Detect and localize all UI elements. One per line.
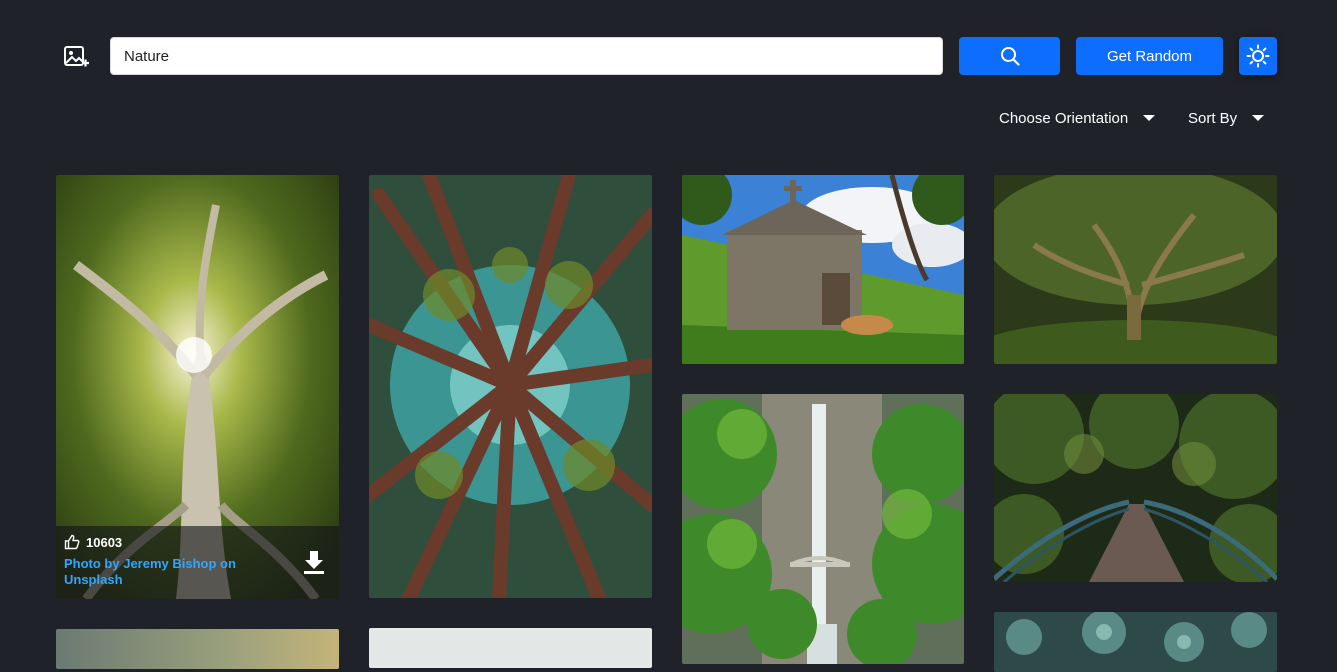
photo-card-succulents[interactable] [994,612,1277,672]
mist-photo [369,628,652,668]
photo-card-mist[interactable] [369,628,652,668]
likes-value: 10603 [86,534,123,550]
photo-card-forest-tree[interactable] [994,175,1277,364]
succulents-photo [994,612,1277,672]
photo-card-tree[interactable]: 10603 Photo by Jeremy Bishop on Unsplash [56,175,339,599]
waterfall-photo [682,394,964,664]
image-plus-icon[interactable] [60,41,92,73]
sky-photo [56,629,339,669]
photo-card-bridge[interactable] [994,394,1277,582]
chevron-down-icon [1143,115,1156,121]
bridge-photo [994,394,1277,582]
search-input[interactable] [110,37,943,75]
download-icon[interactable] [303,550,325,574]
photo-credit-link[interactable]: Photo by Jeremy Bishop on Unsplash [64,556,254,588]
photo-card-chapel[interactable] [682,175,964,364]
sort-dropdown[interactable]: Sort By [1188,106,1265,130]
forest-tree-photo [994,175,1277,364]
theme-toggle-button[interactable] [1239,37,1277,75]
photo-card-waterfall[interactable] [682,394,964,664]
redwoods-photo [369,175,652,598]
search-button[interactable] [959,37,1060,75]
thumbs-up-icon [64,534,80,550]
orientation-dropdown[interactable]: Choose Orientation [999,106,1156,130]
orientation-label: Choose Orientation [999,109,1129,127]
likes-count: 10603 [64,534,122,550]
chapel-photo [682,175,964,364]
chevron-down-icon [1252,115,1265,121]
search-icon [1000,47,1020,66]
top-bar: Get Random [0,0,1337,100]
photo-info-overlay: 10603 Photo by Jeremy Bishop on Unsplash [56,526,339,599]
photo-card-sky[interactable] [56,629,339,669]
sun-icon [1246,44,1270,68]
get-random-button[interactable]: Get Random [1076,37,1223,75]
photo-card-redwoods[interactable] [369,175,652,598]
sort-label: Sort By [1188,109,1238,127]
